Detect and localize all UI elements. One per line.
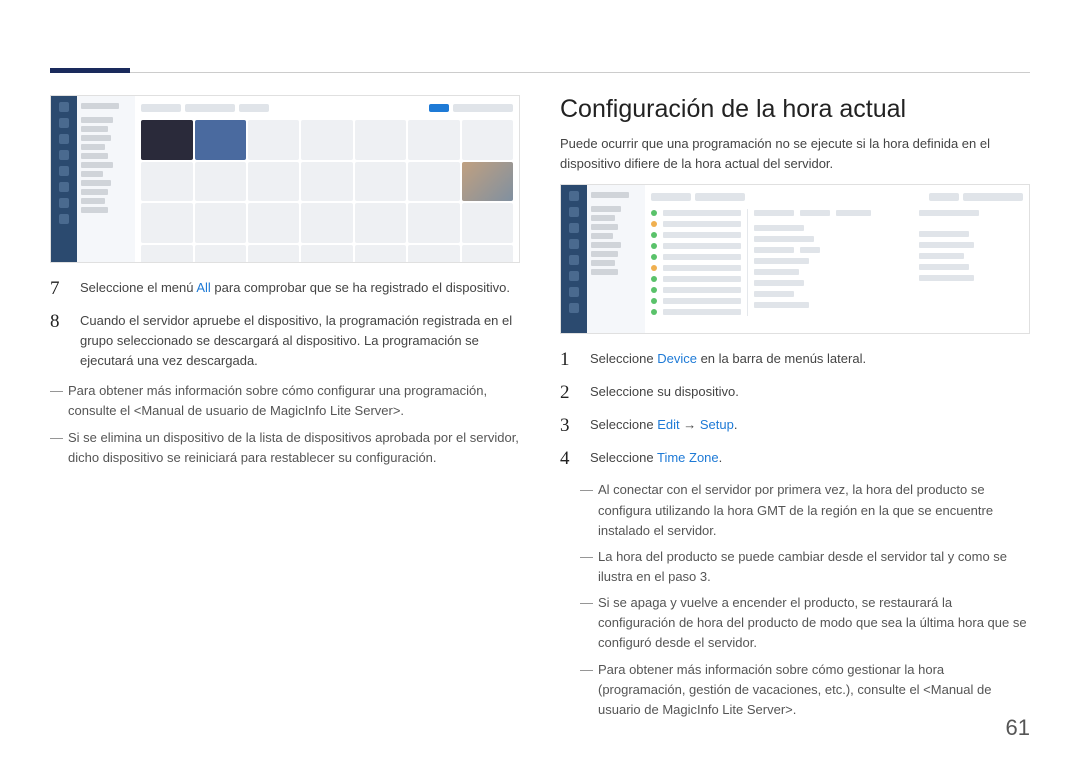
step-text: Cuando el servidor apruebe el dispositiv… bbox=[80, 311, 520, 371]
screenshot-device-setup bbox=[560, 184, 1030, 334]
step-number: 2 bbox=[560, 382, 584, 405]
dash-item: ―Si se apaga y vuelve a encender el prod… bbox=[560, 593, 1030, 653]
dash-marker: ― bbox=[580, 547, 598, 587]
step-item: 4 Seleccione Time Zone. bbox=[560, 448, 1030, 471]
step-number: 3 bbox=[560, 415, 584, 438]
dash-item: ―Si se elimina un dispositivo de la list… bbox=[50, 428, 520, 468]
dash-item: ―Para obtener más información sobre cómo… bbox=[560, 660, 1030, 720]
right-dash-list: ―Al conectar con el servidor por primera… bbox=[560, 480, 1030, 720]
dash-marker: ― bbox=[50, 428, 68, 468]
page-content: 7 Seleccione el menú All para comprobar q… bbox=[50, 95, 1030, 726]
dash-text: Para obtener más información sobre cómo … bbox=[598, 660, 1030, 720]
section-title: Configuración de la hora actual bbox=[560, 95, 1030, 124]
step-number: 4 bbox=[560, 448, 584, 471]
intro-paragraph: Puede ocurrir que una programación no se… bbox=[560, 134, 1030, 174]
dash-marker: ― bbox=[580, 480, 598, 540]
dash-text: Al conectar con el servidor por primera … bbox=[598, 480, 1030, 540]
screenshot-device-grid bbox=[50, 95, 520, 263]
step-text: Seleccione Time Zone. bbox=[590, 448, 1030, 468]
header-accent-bar bbox=[50, 68, 130, 73]
step-text: Seleccione su dispositivo. bbox=[590, 382, 1030, 402]
step-number: 8 bbox=[50, 311, 74, 334]
step-item: 7 Seleccione el menú All para comprobar q… bbox=[50, 278, 520, 301]
step-number: 7 bbox=[50, 278, 74, 301]
dash-item: ―Para obtener más información sobre cómo… bbox=[50, 381, 520, 421]
step-text: Seleccione Device en la barra de menús l… bbox=[590, 349, 1030, 369]
dash-marker: ― bbox=[50, 381, 68, 421]
step-text: Seleccione el menú All para comprobar qu… bbox=[80, 278, 520, 298]
right-column: Configuración de la hora actual Puede oc… bbox=[560, 95, 1030, 726]
page-number: 61 bbox=[1006, 715, 1030, 741]
dash-text: Si se elimina un dispositivo de la lista… bbox=[68, 428, 520, 468]
right-step-list: 1 Seleccione Device en la barra de menús … bbox=[560, 349, 1030, 470]
step-item: 8 Cuando el servidor apruebe el dispositi… bbox=[50, 311, 520, 371]
left-dash-list: ―Para obtener más información sobre cómo… bbox=[50, 381, 520, 468]
step-text: Seleccione Edit → Setup. bbox=[590, 415, 1030, 435]
step-item: 1 Seleccione Device en la barra de menús … bbox=[560, 349, 1030, 372]
step-number: 1 bbox=[560, 349, 584, 372]
left-column: 7 Seleccione el menú All para comprobar q… bbox=[50, 95, 520, 726]
step-item: 2 Seleccione su dispositivo. bbox=[560, 382, 1030, 405]
dash-item: ―La hora del producto se puede cambiar d… bbox=[560, 547, 1030, 587]
dash-text: Para obtener más información sobre cómo … bbox=[68, 381, 520, 421]
dash-text: La hora del producto se puede cambiar de… bbox=[598, 547, 1030, 587]
dash-text: Si se apaga y vuelve a encender el produ… bbox=[598, 593, 1030, 653]
header-rule bbox=[50, 72, 1030, 73]
step-item: 3 Seleccione Edit → Setup. bbox=[560, 415, 1030, 438]
dash-marker: ― bbox=[580, 593, 598, 653]
dash-marker: ― bbox=[580, 660, 598, 720]
left-step-list: 7 Seleccione el menú All para comprobar q… bbox=[50, 278, 520, 371]
dash-item: ―Al conectar con el servidor por primera… bbox=[560, 480, 1030, 540]
